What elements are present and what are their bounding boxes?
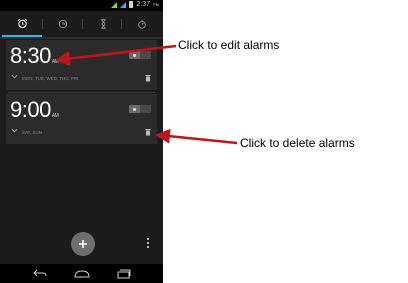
clock-icon [58,19,68,29]
delete-alarms-callout: Click to delete alarms [240,136,355,150]
signal-icon [111,1,118,8]
alarm-clock-icon [17,18,27,28]
tab-stopwatch[interactable] [122,11,162,37]
delete-arrow [155,128,238,145]
status-time: 2:37 [136,1,150,8]
alarm-days: MON, TUE, WED, THU, FRI [22,76,79,81]
home-button[interactable] [70,267,94,280]
phone-screen: 2:37 PM 8:30AM MON, TUE, WED, THU, FRI 9… [0,0,163,283]
alarm-time-value: 9:00 [10,97,51,122]
alarm-item[interactable]: 8:30AM MON, TUE, WED, THU, FRI [6,40,157,90]
trash-icon[interactable] [145,74,151,82]
overflow-menu-button[interactable] [147,238,149,248]
chevron-down-icon[interactable] [11,128,18,133]
tab-clock[interactable] [43,11,83,37]
alarm-days: SAT, SUN [22,130,42,135]
alarm-time-value: 8:30 [10,43,51,68]
alarm-toggle[interactable] [129,105,151,113]
stopwatch-icon [138,19,146,29]
back-button[interactable] [28,267,52,280]
alarm-item[interactable]: 9:00AM SAT, SUN [6,94,157,144]
alarm-ampm: AM [51,59,59,65]
navigation-bar [0,264,163,283]
home-icon [74,269,90,277]
status-bar: 2:37 PM [0,0,163,11]
tab-bar [0,11,163,39]
alarm-ampm: AM [51,113,59,119]
add-alarm-button[interactable] [71,232,95,256]
recent-apps-icon [117,269,131,278]
toggle-knob [129,51,140,59]
tab-timer[interactable] [83,11,123,37]
status-time-suffix: PM [153,2,159,7]
chevron-down-icon[interactable] [11,74,18,79]
divider [8,92,155,93]
alarm-time[interactable]: 9:00AM [10,97,59,123]
toggle-knob [129,105,140,113]
plus-icon [79,240,87,248]
hourglass-icon [100,19,106,29]
tab-alarm[interactable] [2,11,42,37]
edit-alarms-callout: Click to edit alarms [178,38,280,52]
back-icon [33,269,47,277]
signal-icon-2 [120,1,127,8]
recent-apps-button[interactable] [112,267,136,280]
trash-icon[interactable] [145,128,151,136]
battery-icon [129,1,134,8]
alarm-time[interactable]: 8:30AM [10,43,59,69]
alarm-toggle[interactable] [129,51,151,59]
